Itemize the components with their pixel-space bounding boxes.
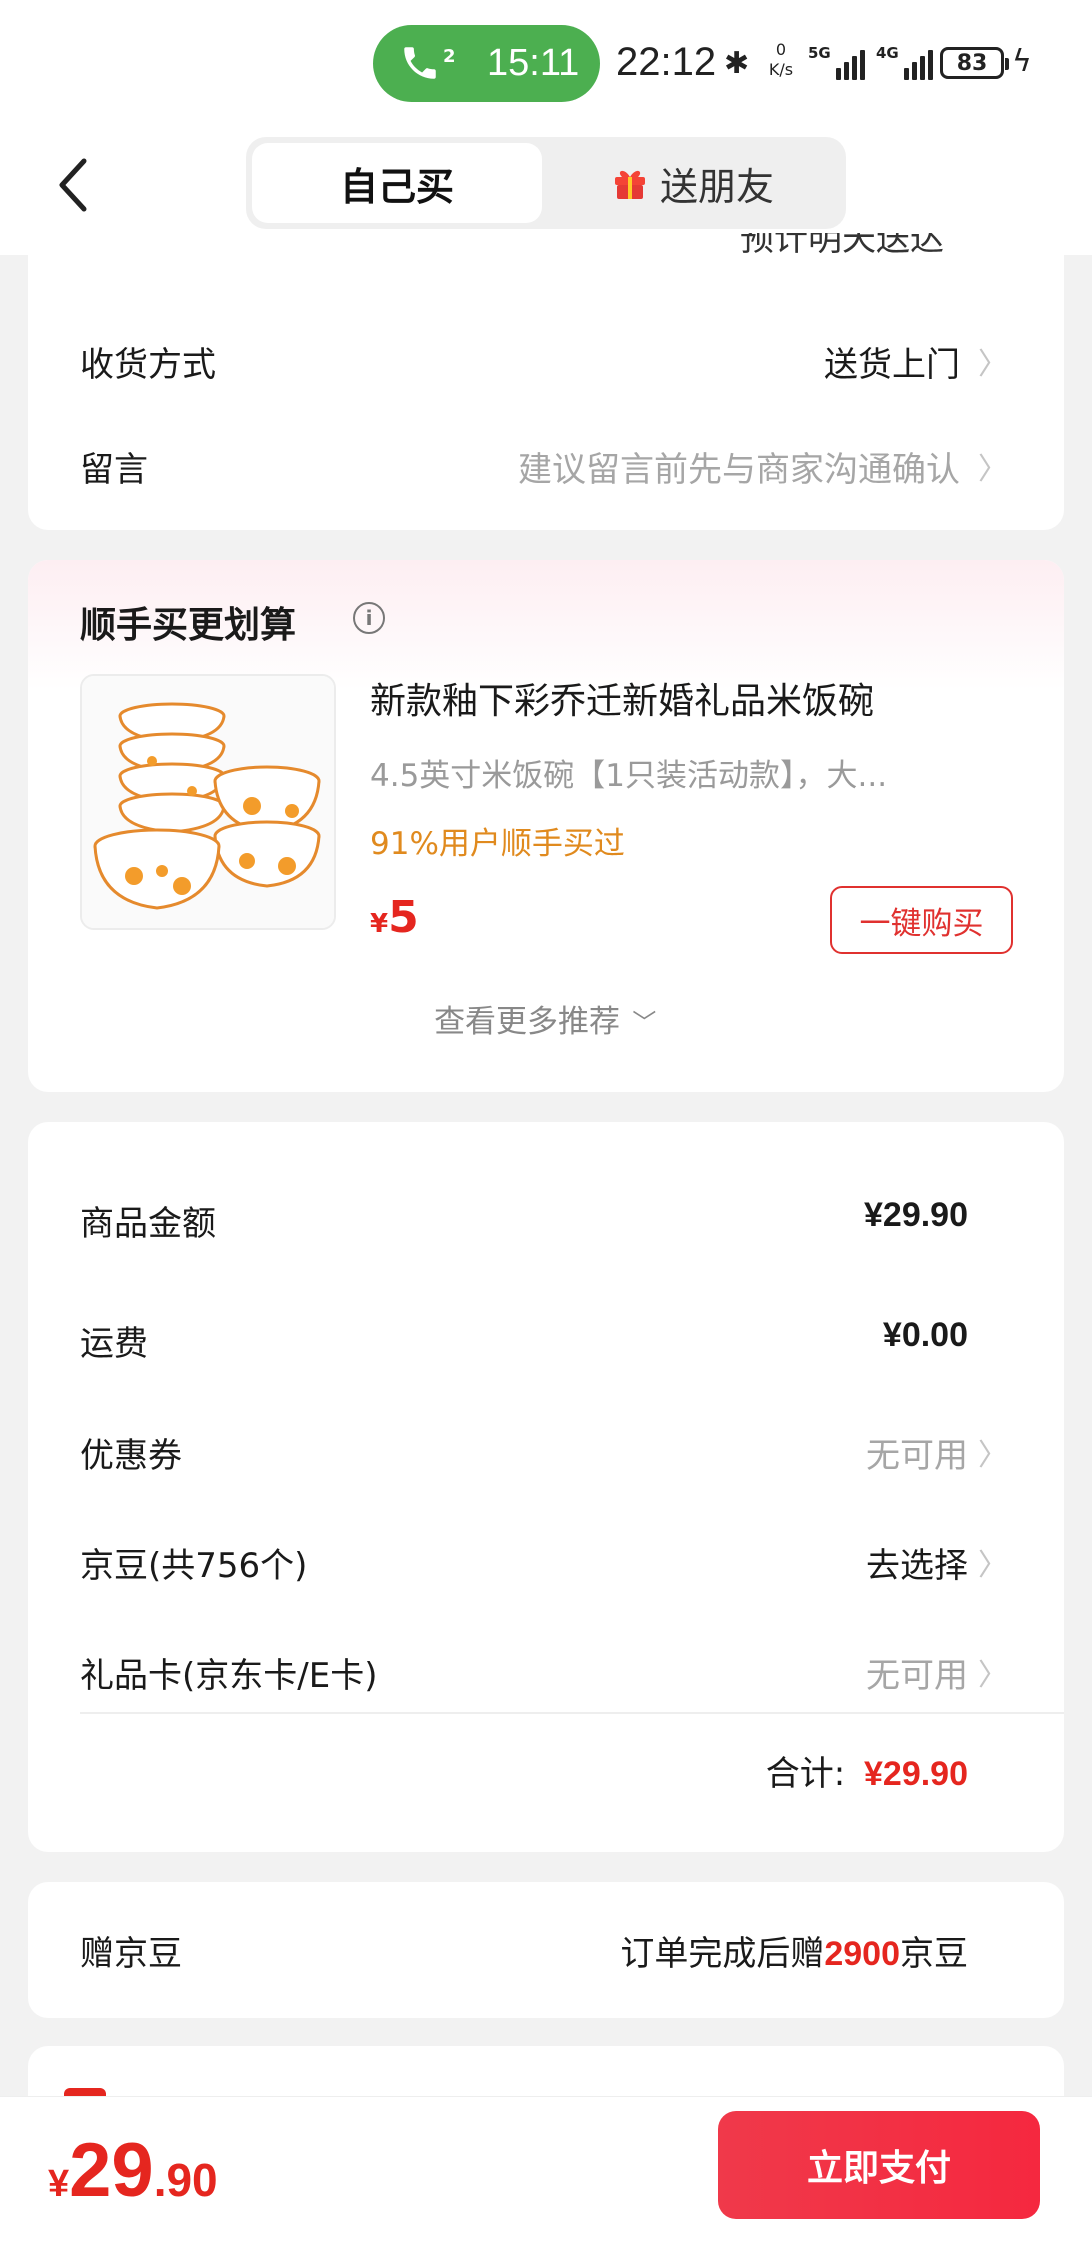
summary-row-coupon[interactable]: 优惠券 无可用 〉	[28, 1412, 1064, 1492]
note-row[interactable]: 留言 建议留言前先与商家沟通确认 〉	[28, 422, 1064, 502]
info-icon[interactable]: i	[353, 602, 385, 634]
clock: 22:12	[616, 40, 717, 84]
battery-icon: 83	[940, 47, 1009, 79]
delivery-card: 预计明天送达 收货方式 送货上门 〉 留言 建议留言前先与商家沟通确认 〉	[28, 233, 1064, 530]
delivery-method-value: 送货上门	[824, 345, 960, 385]
see-more-recommendations[interactable]: 查看更多推荐 〉	[28, 996, 1064, 1041]
purchase-mode-switch: 自己买 送朋友	[246, 137, 846, 229]
delivery-estimate-partial: 预计明天送达	[740, 233, 944, 253]
total-line: 合计: ¥29.90	[766, 1746, 968, 1795]
gift-icon	[614, 170, 645, 199]
tab-buy-for-self[interactable]: 自己买	[252, 143, 542, 223]
ongoing-call-pill[interactable]: 2 15:11	[373, 25, 600, 102]
chevron-right-icon: 〉	[978, 452, 1008, 487]
total-value: ¥29.90	[864, 1755, 968, 1793]
back-icon[interactable]	[52, 153, 100, 217]
chevron-right-icon: 〉	[978, 1438, 1008, 1473]
price-summary-card: 商品金额 ¥29.90 运费 ¥0.00 优惠券 无可用 〉 京豆(共756个)…	[28, 1122, 1064, 1852]
currency-symbol: ¥	[370, 909, 389, 939]
summary-row-goods-amount: 商品金额 ¥29.90	[28, 1180, 1064, 1260]
chevron-right-icon: 〉	[978, 347, 1008, 382]
phone-icon: 2	[399, 42, 456, 86]
one-click-buy-button[interactable]: 一键购买	[830, 886, 1013, 954]
summary-row-value: ¥0.00	[882, 1316, 968, 1354]
summary-row-label: 京豆(共756个)	[80, 1546, 308, 1586]
signal-5g-icon: 5G	[808, 44, 865, 80]
summary-row-label: 商品金额	[80, 1204, 216, 1244]
product-spec: 4.5英寸米饭碗【1只装活动款】，大...	[370, 758, 888, 794]
bonus-beans-card: 赠京豆 订单完成后赠2900京豆	[28, 1882, 1064, 2018]
delivery-method-row[interactable]: 收货方式 送货上门 〉	[28, 317, 1064, 397]
network-speed: 0 K/s	[768, 40, 794, 79]
summary-row-value: 无可用	[866, 1436, 968, 1476]
tab-send-to-friend-label: 送朋友	[659, 164, 774, 209]
bluetooth-icon: ✱	[724, 46, 750, 81]
delivery-method-label: 收货方式	[80, 345, 216, 385]
summary-row-label: 运费	[80, 1324, 148, 1364]
checkout-price-dec: .90	[153, 2154, 218, 2206]
checkout-price-int: 29	[69, 2128, 154, 2213]
summary-row-value: 无可用	[866, 1656, 968, 1696]
total-label: 合计:	[765, 1754, 846, 1794]
recommend-title: 顺手买更划算	[80, 605, 297, 646]
product-name[interactable]: 新款釉下彩乔迁新婚礼品米饭碗	[370, 672, 874, 724]
checkout-price: ¥29.90	[48, 2127, 218, 2214]
summary-row-jd-beans[interactable]: 京豆(共756个) 去选择 〉	[28, 1522, 1064, 1602]
call-count: 2	[443, 45, 456, 67]
pay-now-button[interactable]: 立即支付	[718, 2111, 1040, 2219]
product-thumbnail[interactable]	[80, 674, 336, 930]
summary-row-value: ¥29.90	[864, 1196, 968, 1234]
call-duration: 15:11	[487, 42, 580, 84]
summary-row-label: 礼品卡(京东卡/E卡)	[80, 1656, 378, 1696]
summary-row-gift-card[interactable]: 礼品卡(京东卡/E卡) 无可用 〉	[28, 1632, 1064, 1712]
battery-level: 83	[956, 50, 988, 76]
charging-icon: ϟ	[1012, 44, 1032, 79]
summary-row-value: 去选择	[866, 1546, 968, 1586]
chevron-right-icon: 〉	[978, 1658, 1008, 1693]
summary-row-shipping: 运费 ¥0.00	[28, 1300, 1064, 1380]
bonus-amount: 2900	[824, 1935, 900, 1973]
bonus-text: 订单完成后赠2900京豆	[620, 1934, 968, 1974]
see-more-label: 查看更多推荐	[434, 1004, 621, 1040]
summary-row-label: 优惠券	[80, 1436, 182, 1476]
note-label: 留言	[80, 450, 148, 490]
chevron-down-icon: 〉	[629, 1009, 658, 1034]
tab-send-to-friend[interactable]: 送朋友	[546, 143, 840, 223]
note-placeholder: 建议留言前先与商家沟通确认	[518, 450, 960, 490]
social-proof: 91%用户顺手买过	[370, 826, 625, 862]
product-price: ¥5	[370, 892, 419, 943]
status-bar: 2 15:11 22:12 ✱ 0 K/s 5G 4G 83 ϟ	[0, 0, 1092, 125]
signal-4g-icon: 4G	[876, 44, 933, 80]
product-price-value: 5	[388, 892, 419, 943]
currency-symbol: ¥	[48, 2163, 70, 2205]
bonus-label: 赠京豆	[80, 1934, 182, 1974]
chevron-right-icon: 〉	[978, 1548, 1008, 1583]
checkout-bar: ¥29.90 立即支付	[0, 2096, 1092, 2252]
recommend-card: 顺手买更划算 i 新款釉下彩乔迁新婚礼品米饭碗 4.5英寸米饭碗【1只装活动款】…	[28, 560, 1064, 1092]
divider	[80, 1712, 1064, 1714]
